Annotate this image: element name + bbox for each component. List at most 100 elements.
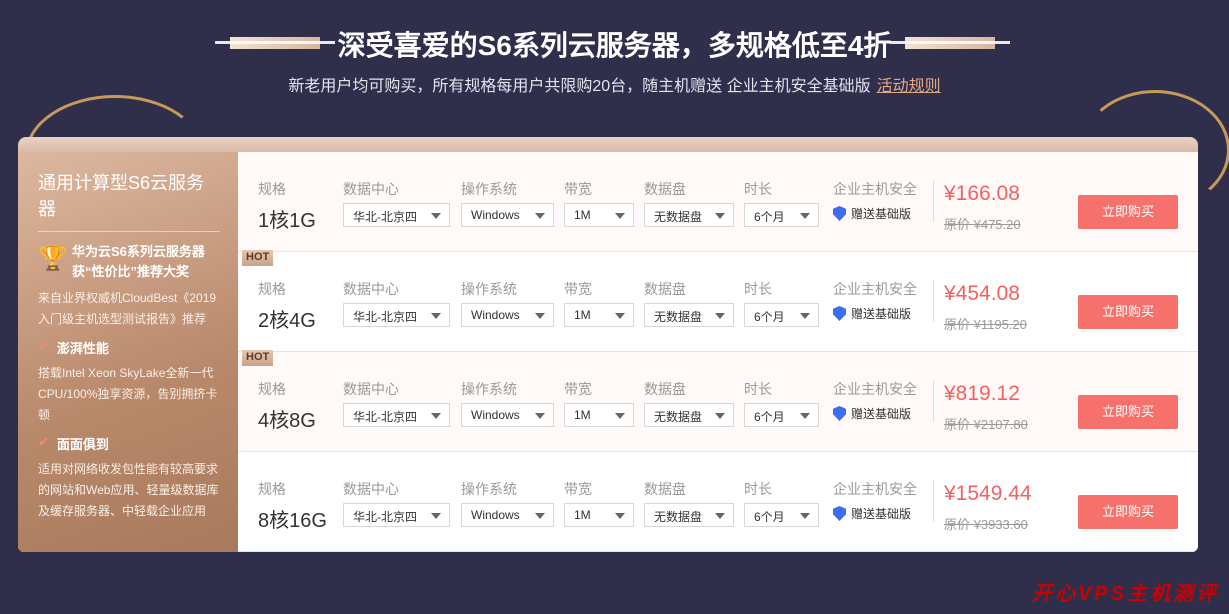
price: ¥166.08 [944, 182, 1020, 205]
region-label: 数据中心 [343, 381, 399, 397]
buy-button[interactable]: 立即购买 [1078, 195, 1178, 229]
region-select[interactable]: 华北-北京四 [343, 403, 450, 427]
feature-desc: 搭载Intel Xeon SkyLake全新一代CPU/100%独享资源，告别拥… [38, 366, 218, 422]
feature-title-text: 澎湃性能 [56, 341, 109, 356]
disk-select[interactable]: 无数据盘 [644, 303, 734, 327]
spec-label: 规格 [258, 481, 286, 497]
divider [933, 380, 934, 422]
region-label: 数据中心 [343, 481, 399, 497]
divider [933, 280, 934, 322]
duration-label: 时长 [744, 481, 772, 497]
shield-icon [833, 406, 846, 421]
security-label: 企业主机安全 [833, 481, 917, 497]
shield-icon [833, 206, 846, 221]
original-price: 原价 ¥3933.60 [944, 517, 1028, 532]
os-select[interactable]: Windows [461, 403, 554, 427]
spec-label: 规格 [258, 181, 286, 197]
hot-badge: HOT [242, 350, 274, 366]
gift-text: 赠送基础版 [851, 307, 912, 321]
spec-label: 规格 [258, 381, 286, 397]
bandwidth-label: 带宽 [564, 381, 592, 397]
spec-value: 8核16G [258, 510, 327, 532]
award-source: 来自业界权威机CloudBest《2019入门级主机选型测试报告》推荐 [38, 291, 217, 326]
bandwidth-label: 带宽 [564, 481, 592, 497]
duration-select[interactable]: 6个月 [744, 403, 819, 427]
feature-title: ✔ 面面俱到 [38, 434, 220, 453]
duration-select[interactable]: 6个月 [744, 503, 819, 527]
watermark: 开心VPS主机测评 [1031, 583, 1219, 605]
disk-select[interactable]: 无数据盘 [644, 203, 734, 227]
price: ¥454.08 [944, 282, 1020, 305]
disk-label: 数据盘 [644, 481, 686, 497]
feature-desc: 适用对网络收发包性能有较高要求的网站和Web应用、轻量级数据库及缓存服务器、中轻… [38, 462, 219, 518]
security-label: 企业主机安全 [833, 281, 917, 297]
sidebar: 通用计算型S6云服务器 🏆 华为云S6系列云服务器获“性价比”推荐大奖 来自业界权… [18, 152, 238, 552]
os-label: 操作系统 [461, 181, 517, 197]
award-text: 华为云S6系列云服务器获“性价比”推荐大奖 [72, 244, 205, 279]
sidebar-title: 通用计算型S6云服务器 [38, 152, 220, 232]
bandwidth-select[interactable]: 1M [564, 303, 634, 327]
duration-label: 时长 [744, 381, 772, 397]
duration-select[interactable]: 6个月 [744, 303, 819, 327]
original-price: 原价 ¥1195.20 [944, 317, 1027, 332]
table-row: 规格 1核1G 数据中心华北-北京四 操作系统 Windows 带宽 1M 数据盘无数据盘 时长… [238, 152, 1198, 252]
os-select[interactable]: Windows [461, 203, 554, 227]
spec-label: 规格 [258, 281, 286, 297]
buy-button[interactable]: 立即购买 [1078, 495, 1178, 529]
region-select[interactable]: 华北-北京四 [343, 503, 450, 527]
bandwidth-label: 带宽 [564, 181, 592, 197]
table-row: HOT 规格 2核4G 数据中心 华北-北京四 操作系统 Windows 带宽 1M 数据盘 无数据… [238, 250, 1198, 352]
divider [933, 480, 934, 522]
bandwidth-select[interactable]: 1M [564, 403, 634, 427]
page-title: 深受喜爱的S6系列云服务器，多规格低至4折 [337, 30, 892, 61]
product-card: 通用计算型S6云服务器 🏆 华为云S6系列云服务器获“性价比”推荐大奖 来自业界权… [18, 152, 1198, 552]
os-select[interactable]: Windows [461, 503, 554, 527]
spec-value: 1核1G [258, 210, 316, 232]
security-label: 企业主机安全 [833, 181, 917, 197]
original-price: 原价 ¥475.20 [944, 217, 1021, 232]
award: 🏆 华为云S6系列云服务器获“性价比”推荐大奖 [38, 242, 220, 282]
buy-button[interactable]: 立即购买 [1078, 395, 1178, 429]
security-gift: 赠送基础版 [833, 405, 911, 422]
disk-select[interactable]: 无数据盘 [644, 403, 734, 427]
check-icon: ✔ [38, 434, 49, 449]
spec-value: 2核4G [258, 310, 316, 332]
spec-value: 4核8G [258, 410, 316, 432]
table-row: 规格 8核16G 数据中心华北-北京四 操作系统 Windows 带宽 1M 数据盘无数据盘时… [238, 452, 1198, 552]
subtitle: 新老用户均可购买，所有规格每用户共限购20台，随主机赠送 企业主机安全基础版 活动… [0, 72, 1229, 96]
os-label: 操作系统 [461, 281, 517, 297]
disk-label: 数据盘 [644, 281, 686, 297]
table-row: HOT 规格 4核8G 数据中心华北-北京四 操作系统 Windows 带宽 1M 数据盘无数据… [238, 350, 1198, 452]
gift-text: 赠送基础版 [851, 507, 912, 521]
divider [933, 180, 934, 222]
buy-button[interactable]: 立即购买 [1078, 295, 1178, 329]
duration-label: 时长 [744, 181, 772, 197]
disk-label: 数据盘 [644, 181, 686, 197]
security-gift: 赠送基础版 [833, 505, 911, 522]
feature-title: ✔ 澎湃性能 [38, 338, 220, 357]
price: ¥1549.44 [944, 482, 1032, 505]
disk-label: 数据盘 [644, 381, 686, 397]
feature-title-text: 面面俱到 [56, 437, 109, 452]
bandwidth-select[interactable]: 1M [564, 503, 634, 527]
gift-text: 赠送基础版 [851, 207, 912, 221]
subtitle-text: 新老用户均可购买，所有规格每用户共限购20台，随主机赠送 企业主机安全基础版 [288, 78, 871, 95]
region-select[interactable]: 华北-北京四 [343, 203, 450, 227]
shield-icon [833, 506, 846, 521]
bandwidth-select[interactable]: 1M [564, 203, 634, 227]
check-icon: ✔ [38, 338, 49, 353]
os-label: 操作系统 [461, 381, 517, 397]
hot-badge: HOT [242, 250, 274, 266]
region-label: 数据中心 [343, 181, 399, 197]
duration-select[interactable]: 6个月 [744, 203, 819, 227]
disk-select[interactable]: 无数据盘 [644, 503, 734, 527]
rules-link[interactable]: 活动规则 [877, 78, 941, 95]
os-select[interactable]: Windows [461, 303, 554, 327]
card-top-edge [18, 137, 1198, 152]
security-gift: 赠送基础版 [833, 305, 911, 322]
original-price: 原价 ¥2107.80 [944, 417, 1028, 432]
region-label: 数据中心 [343, 281, 399, 297]
os-label: 操作系统 [461, 481, 517, 497]
region-select[interactable]: 华北-北京四 [343, 303, 450, 327]
trophy-icon: 🏆 [38, 245, 68, 272]
